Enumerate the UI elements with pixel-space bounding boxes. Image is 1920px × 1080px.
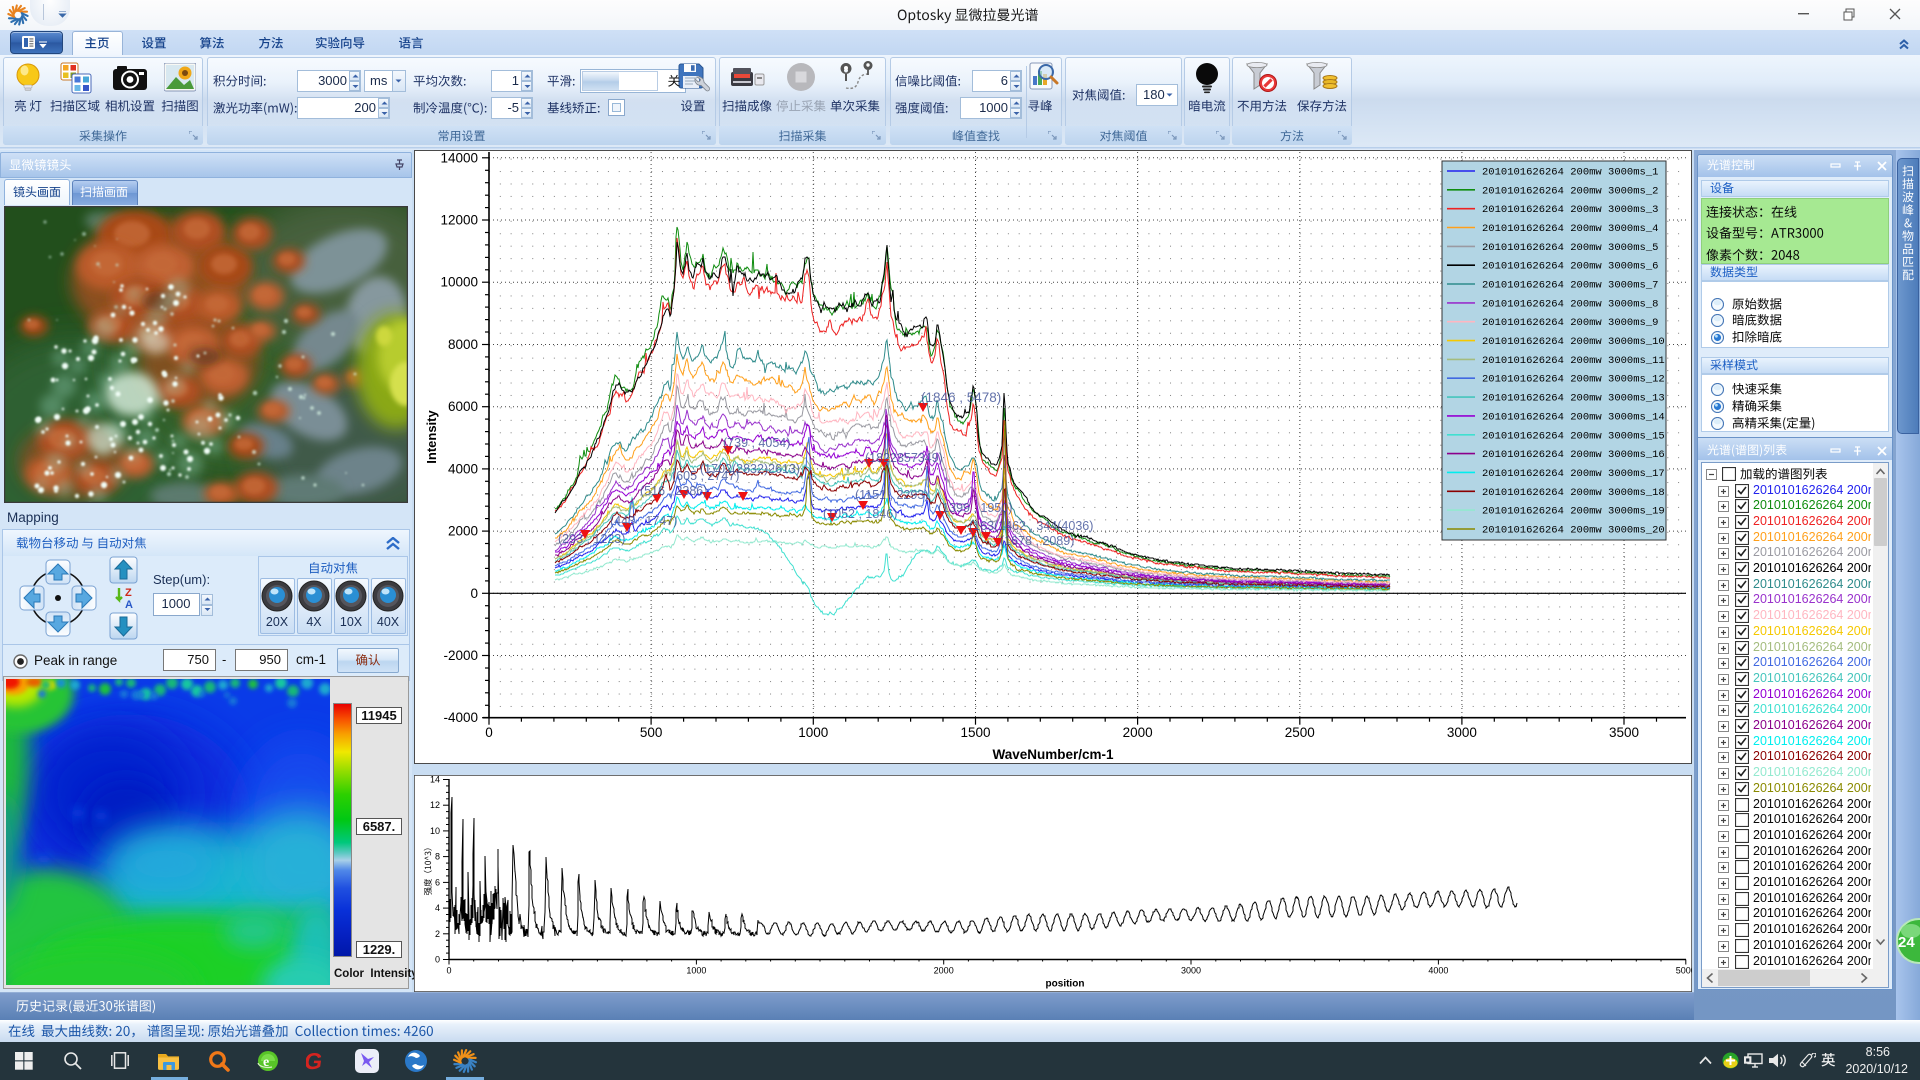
svg-text:(1052 , 1846): (1052 , 1846) <box>823 507 897 521</box>
svg-text:10: 10 <box>430 826 440 836</box>
svg-text:-4000: -4000 <box>443 710 478 725</box>
svg-text:2010101626264 200mw 3000ms_3: 2010101626264 200mw 3000ms_3 <box>1482 204 1658 216</box>
svg-text:2000: 2000 <box>448 524 478 539</box>
svg-text:2: 2 <box>435 929 440 939</box>
svg-text:(1399 , 1950): (1399 , 1950) <box>938 501 1012 515</box>
svg-text:14000: 14000 <box>440 150 478 165</box>
svg-text:2010101626264 200mw 3000ms_16: 2010101626264 200mw 3000ms_16 <box>1482 449 1665 461</box>
svg-text:Z: Z <box>125 587 132 599</box>
svg-text:2500: 2500 <box>1285 725 1315 740</box>
svg-text:-2000: -2000 <box>443 648 478 663</box>
svg-text:(739 , 4054): (739 , 4054) <box>723 436 790 450</box>
svg-text:2010101626264 200mw 3000ms_13: 2010101626264 200mw 3000ms_13 <box>1482 393 1665 405</box>
svg-text:5000: 5000 <box>1676 966 1692 976</box>
svg-text:(516 , 2386): (516 , 2386) <box>640 484 707 498</box>
svg-text:(1846 , 5478): (1846 , 5478) <box>921 390 1001 405</box>
svg-text:(293 , 1223): (293 , 1223) <box>558 532 625 546</box>
svg-text:12: 12 <box>430 800 440 810</box>
svg-text:G: G <box>306 1050 324 1072</box>
svg-text:2010101626264 200mw 3000ms_19: 2010101626264 200mw 3000ms_19 <box>1482 506 1665 518</box>
svg-text:4000: 4000 <box>1428 966 1448 976</box>
svg-text:2010101626264 200mw 3000ms_7: 2010101626264 200mw 3000ms_7 <box>1482 280 1658 292</box>
svg-text:2010101626264 200mw 3000ms_10: 2010101626264 200mw 3000ms_10 <box>1482 336 1665 348</box>
svg-text:2010101626264 200mw 3000ms_14: 2010101626264 200mw 3000ms_14 <box>1482 411 1665 423</box>
svg-text:2010101626264 200mw 3000ms_5: 2010101626264 200mw 3000ms_5 <box>1482 242 1658 254</box>
svg-text:2000: 2000 <box>934 966 954 976</box>
svg-text:8000: 8000 <box>448 337 478 352</box>
svg-text:8: 8 <box>435 852 440 862</box>
svg-text:3000: 3000 <box>1447 725 1477 740</box>
svg-text:4: 4 <box>435 903 440 913</box>
svg-text:(443 , 1747): (443 , 1747) <box>610 514 677 528</box>
svg-text:1500: 1500 <box>960 725 990 740</box>
svg-text:2000: 2000 <box>1123 725 1153 740</box>
svg-text:4000: 4000 <box>448 461 478 476</box>
svg-text:(1822357349): (1822357349) <box>865 451 943 465</box>
svg-text:14: 14 <box>430 775 440 785</box>
svg-text:2010101626264 200mw 3000ms_6: 2010101626264 200mw 3000ms_6 <box>1482 261 1658 273</box>
svg-text:2010101626264 200mw 3000ms_2: 2010101626264 200mw 3000ms_2 <box>1482 185 1658 197</box>
svg-text:(163(1462 , 344(4036): (163(1462 , 344(4036) <box>969 519 1093 533</box>
svg-text:(1151 , 2293): (1151 , 2293) <box>855 488 928 502</box>
svg-text:position: position <box>1046 979 1085 990</box>
svg-text:1000: 1000 <box>798 725 828 740</box>
svg-text:2010101626264 200mw 3000ms_15: 2010101626264 200mw 3000ms_15 <box>1482 430 1665 442</box>
svg-text:2010101626264 200mw 3000ms_11: 2010101626264 200mw 3000ms_11 <box>1482 355 1665 367</box>
svg-text:WaveNumber/cm-1: WaveNumber/cm-1 <box>992 747 1114 762</box>
svg-text:24: 24 <box>1898 934 1915 951</box>
svg-text:3500: 3500 <box>1609 725 1639 740</box>
svg-text:0: 0 <box>435 955 440 965</box>
svg-text:0: 0 <box>470 586 478 601</box>
svg-text:12000: 12000 <box>440 213 478 228</box>
svg-text:10000: 10000 <box>440 275 478 290</box>
svg-text:0: 0 <box>446 966 451 976</box>
svg-text:2010101626264 200mw 3000ms_17: 2010101626264 200mw 3000ms_17 <box>1482 468 1665 480</box>
svg-text:(1678 , 2089): (1678 , 2089) <box>1000 534 1074 548</box>
svg-text:2010101626264 200mw 3000ms_1: 2010101626264 200mw 3000ms_1 <box>1482 167 1658 179</box>
svg-text:1000: 1000 <box>686 966 706 976</box>
svg-text:2010101626264 200mw 3000ms_18: 2010101626264 200mw 3000ms_18 <box>1482 487 1665 499</box>
svg-text:Intensity: Intensity <box>424 410 439 464</box>
svg-text:(1702(2832)2613): (1702(2832)2613) <box>700 462 800 476</box>
svg-text:2010101626264 200mw 3000ms_9: 2010101626264 200mw 3000ms_9 <box>1482 317 1658 329</box>
svg-text:6: 6 <box>435 877 440 887</box>
svg-text:2010101626264 200mw 3000ms_20: 2010101626264 200mw 3000ms_20 <box>1482 525 1665 537</box>
svg-text:2010101626264 200mw 3000ms_12: 2010101626264 200mw 3000ms_12 <box>1482 374 1665 386</box>
svg-text:3000: 3000 <box>1181 966 1201 976</box>
svg-text:500: 500 <box>640 725 663 740</box>
svg-text:6000: 6000 <box>448 399 478 414</box>
svg-text:A: A <box>125 599 133 611</box>
svg-text:2010101626264 200mw 3000ms_8: 2010101626264 200mw 3000ms_8 <box>1482 298 1658 310</box>
svg-text:0: 0 <box>485 725 493 740</box>
svg-text:2010101626264 200mw 3000ms_4: 2010101626264 200mw 3000ms_4 <box>1482 223 1658 235</box>
